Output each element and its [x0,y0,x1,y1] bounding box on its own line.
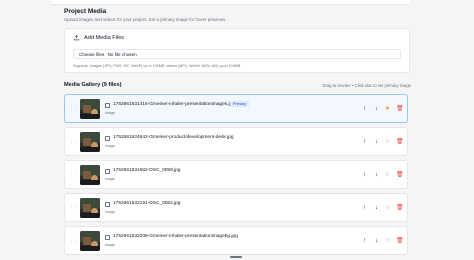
arrow-down-icon[interactable]: ↓ [373,105,380,113]
gallery-title: Media Gallery (9 files) [64,82,122,88]
media-type: image [105,243,116,247]
media-filename: 1752661632191-DSC_0064.jpg [113,201,181,206]
arrow-up-icon[interactable]: ↑ [361,237,368,245]
upload-title: Add Media Files [84,35,125,41]
top-divider [52,0,410,5]
arrow-down-icon[interactable]: ↓ [373,171,380,179]
upload-icon [73,34,80,41]
media-item[interactable]: ⋮⋮ 1752661631416-Gmeiner-inhaler-present… [64,94,408,123]
media-type: image [105,111,116,115]
arrow-down-icon[interactable]: ↓ [373,138,380,146]
media-thumbnail [80,198,100,218]
arrow-down-icon[interactable]: ↓ [373,204,380,212]
section-title: Project Media [64,8,107,15]
image-icon [105,235,110,240]
trash-icon[interactable]: 🗑 [396,105,404,113]
media-filename: 1752661624642-Gmeiner-product/developmen… [113,135,234,140]
arrow-up-icon[interactable]: ↑ [361,138,368,146]
media-thumbnail [80,132,100,152]
trash-icon[interactable]: 🗑 [396,138,404,146]
media-filename: 1752661632208-Gmeiner-inhaler-presentati… [113,234,238,239]
trash-icon[interactable]: 🗑 [396,171,404,179]
star-icon[interactable]: ☆ [384,237,391,245]
image-icon [105,103,110,108]
star-icon[interactable]: ☆ [384,204,391,212]
drag-handle-icon[interactable]: ⋮⋮ [69,172,78,178]
drag-handle-icon[interactable]: ⋮⋮ [69,139,78,145]
media-filename: 1752661631416-Gmeiner-inhaler-presentati… [113,102,235,107]
choose-files-button[interactable]: Choose files [79,52,104,57]
star-icon[interactable]: ★ [384,105,391,113]
drag-handle-icon[interactable]: ⋮⋮ [69,205,78,211]
drag-handle-icon[interactable]: ⋮⋮ [69,106,78,112]
scrollbar-thumb[interactable] [230,256,242,258]
media-type: image [105,177,116,181]
arrow-up-icon[interactable]: ↑ [361,204,368,212]
upload-card: Add Media Files Choose files No file cho… [64,28,410,73]
gallery-hint: Drag to reorder • Click star to set prim… [322,83,412,88]
media-thumbnail [80,165,100,185]
no-file-text: No file chosen [107,52,137,57]
arrow-up-icon[interactable]: ↑ [361,171,368,179]
image-icon [105,169,110,174]
drag-handle-icon[interactable]: ⋮⋮ [69,238,78,244]
arrow-up-icon[interactable]: ↑ [361,105,368,113]
trash-icon[interactable]: 🗑 [396,237,404,245]
primary-badge: Primary [230,101,249,107]
file-input[interactable]: Choose files No file chosen [73,49,401,59]
media-thumbnail [80,99,100,119]
star-icon[interactable]: ☆ [384,138,391,146]
image-icon [105,202,110,207]
section-subtitle: Upload images and videos for your projec… [64,17,227,22]
image-icon [105,136,110,141]
media-thumbnail [80,231,100,251]
media-filename: 1752661631682-DSC_0059.jpg [113,168,181,173]
media-type: image [105,210,116,214]
media-item[interactable]: ⋮⋮ 1752661632208-Gmeiner-inhaler-present… [64,226,408,255]
media-item[interactable]: ⋮⋮ 1752661624642-Gmeiner-product/develop… [64,127,408,156]
supported-formats-text: Supports: Images (JPG, PNG, GIF, WebP) u… [73,64,241,68]
media-item[interactable]: ⋮⋮ 1752661632191-DSC_0064.jpg image ↑ ↓ … [64,193,408,222]
media-type: image [105,144,116,148]
arrow-down-icon[interactable]: ↓ [373,237,380,245]
star-icon[interactable]: ☆ [384,171,391,179]
media-item[interactable]: ⋮⋮ 1752661631682-DSC_0059.jpg image ↑ ↓ … [64,160,408,189]
trash-icon[interactable]: 🗑 [396,204,404,212]
